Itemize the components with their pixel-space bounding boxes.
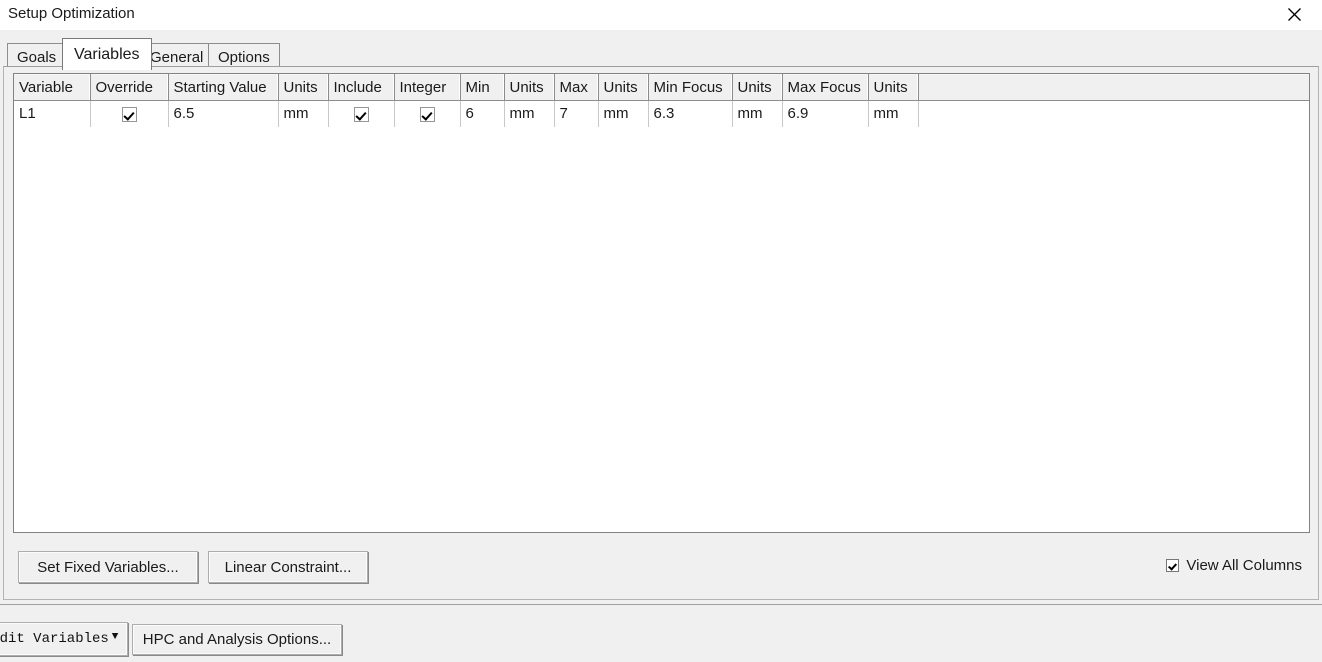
bottom-button-bar: dit Variables ▼ HPC and Analysis Options… — [0, 604, 1322, 662]
set-fixed-variables-button[interactable]: Set Fixed Variables... — [18, 551, 198, 583]
column-header-units-2[interactable]: Units — [504, 74, 555, 101]
column-header-variable[interactable]: Variable — [14, 74, 91, 101]
grid-header-row: Variable Override Starting Value Units I… — [14, 74, 1309, 101]
linear-constraint-button[interactable]: Linear Constraint... — [208, 551, 368, 583]
column-header-include[interactable]: Include — [328, 74, 395, 101]
column-header-units-3[interactable]: Units — [598, 74, 649, 101]
edit-variables-label: dit Variables — [0, 631, 109, 647]
column-header-units-4[interactable]: Units — [732, 74, 783, 101]
cell-max-focus[interactable]: 6.9 — [782, 100, 869, 127]
column-header-units-5[interactable]: Units — [868, 74, 919, 101]
tab-variables[interactable]: Variables — [62, 38, 152, 70]
cell-filler — [918, 100, 1309, 127]
cell-max[interactable]: 7 — [554, 100, 599, 127]
cell-min-focus-units[interactable]: mm — [732, 100, 783, 127]
column-header-filler — [918, 74, 1309, 101]
view-all-columns-label: View All Columns — [1186, 557, 1302, 574]
include-checkbox[interactable] — [353, 106, 369, 122]
cell-max-units[interactable]: mm — [598, 100, 649, 127]
cell-starting-value[interactable]: 6.5 — [168, 100, 279, 127]
cell-min-units[interactable]: mm — [504, 100, 555, 127]
tab-strip: Goals Variables General Options — [0, 30, 1322, 70]
edit-variables-dropdown-button[interactable]: dit Variables ▼ — [0, 622, 128, 656]
variables-grid[interactable]: Variable Override Starting Value Units I… — [13, 73, 1310, 533]
integer-checkbox[interactable] — [419, 106, 435, 122]
cell-min-focus[interactable]: 6.3 — [648, 100, 733, 127]
cell-variable[interactable]: L1 — [14, 100, 91, 127]
hpc-and-analysis-options-button[interactable]: HPC and Analysis Options... — [132, 624, 342, 655]
cell-include[interactable] — [328, 100, 395, 127]
column-header-override[interactable]: Override — [90, 74, 169, 101]
chevron-down-icon: ▼ — [111, 630, 119, 643]
cell-integer[interactable] — [394, 100, 461, 127]
variables-panel: Variable Override Starting Value Units I… — [3, 66, 1319, 600]
title-bar: Setup Optimization — [0, 0, 1322, 30]
cell-starting-value-units[interactable]: mm — [278, 100, 329, 127]
column-header-integer[interactable]: Integer — [394, 74, 461, 101]
column-header-starting-value[interactable]: Starting Value — [168, 74, 279, 101]
table-row[interactable]: L1 6.5 mm 6 mm 7 mm 6.3 mm 6.9 mm — [14, 100, 1309, 127]
column-header-min-focus[interactable]: Min Focus — [648, 74, 733, 101]
column-header-max-focus[interactable]: Max Focus — [782, 74, 869, 101]
column-header-min[interactable]: Min — [460, 74, 505, 101]
column-header-max[interactable]: Max — [554, 74, 599, 101]
override-checkbox[interactable] — [121, 106, 137, 122]
view-all-columns-checkbox-box[interactable] — [1166, 559, 1180, 572]
window-title: Setup Optimization — [8, 5, 135, 22]
setup-optimization-dialog: Setup Optimization Goals Variables Gener… — [0, 0, 1322, 662]
column-header-units-1[interactable]: Units — [278, 74, 329, 101]
close-icon[interactable] — [1272, 0, 1316, 28]
cell-override[interactable] — [90, 100, 169, 127]
cell-max-focus-units[interactable]: mm — [868, 100, 919, 127]
cell-min[interactable]: 6 — [460, 100, 505, 127]
view-all-columns-checkbox[interactable]: View All Columns — [1166, 557, 1302, 574]
